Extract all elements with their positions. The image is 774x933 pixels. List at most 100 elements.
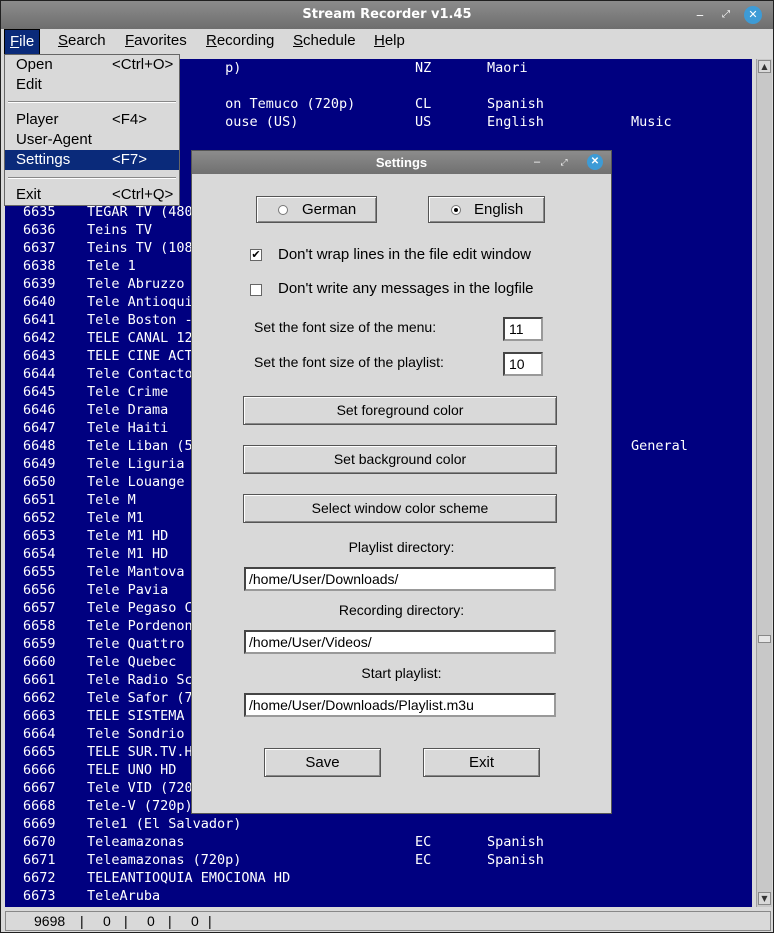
- file-menu-edit[interactable]: Edit: [5, 75, 179, 95]
- list-cell-name: Tele Liguria: [87, 456, 185, 472]
- list-cell-name: Tele 1: [87, 258, 136, 274]
- list-cell-name: Tele Louange: [87, 474, 185, 490]
- list-cell-num: 6644: [23, 366, 56, 382]
- list-cell-name: Tele M1 HD: [87, 546, 169, 562]
- select-color-scheme-button[interactable]: Select window color scheme: [243, 494, 557, 523]
- status-count: 9698: [34, 913, 66, 929]
- list-row[interactable]: 6671 Teleamazonas (720p) EC Spanish: [5, 851, 752, 869]
- list-row[interactable]: 6669 Tele1 (El Salvador): [5, 815, 752, 833]
- window-title: Stream Recorder v1.45: [302, 7, 472, 22]
- list-cell-name: Tele Liban (5: [87, 438, 193, 454]
- list-cell-num: 6646: [23, 402, 56, 418]
- close-icon[interactable]: ✕: [744, 6, 762, 24]
- list-cell-num: 6668: [23, 798, 56, 814]
- list-cell-cc: EC: [415, 852, 432, 868]
- list-cell-num: 6641: [23, 312, 56, 328]
- start-playlist-input[interactable]: /home/User/Downloads/Playlist.m3u: [244, 693, 556, 717]
- list-cell-name: Tele Contacto: [87, 366, 193, 382]
- list-cell-num: 6673: [23, 888, 56, 904]
- list-row[interactable]: 6670 Teleamazonas EC Spanish: [5, 833, 752, 851]
- list-cell-name: Tele Safor (7: [87, 690, 193, 706]
- list-cell-num: 6662: [23, 690, 56, 706]
- list-cell-genre: Music: [631, 114, 672, 130]
- menu-font-size-input[interactable]: 11: [503, 317, 543, 341]
- wrap-lines-checkbox[interactable]: ✔: [250, 249, 262, 261]
- file-menu-open[interactable]: Open <Ctrl+O>: [5, 55, 179, 75]
- list-row[interactable]: 6673 TeleAruba: [5, 887, 752, 905]
- scrollbar-thumb[interactable]: [758, 635, 771, 643]
- file-menu-exit[interactable]: Exit <Ctrl+Q>: [5, 185, 179, 205]
- playlist-directory-label: Playlist directory:: [348, 539, 455, 555]
- list-cell-name: Tele Pegaso C: [87, 600, 193, 616]
- list-cell-name: Teins TV: [87, 222, 153, 238]
- list-cell-num: 6647: [23, 420, 56, 436]
- list-cell-name: Tele Haiti: [87, 420, 169, 436]
- list-cell-name: Tele Antioqui: [87, 294, 193, 310]
- exit-button[interactable]: Exit: [423, 748, 540, 777]
- playlist-font-size-label: Set the font size of the playlist:: [254, 354, 444, 370]
- set-foreground-color-button[interactable]: Set foreground color: [243, 396, 557, 425]
- menu-help[interactable]: Help: [369, 29, 410, 55]
- list-cell-name: Tele Crime: [87, 384, 169, 400]
- minimize-icon[interactable]: ‒: [529, 154, 545, 170]
- radio-selected-icon: [451, 204, 461, 215]
- list-row[interactable]: 6672 TELEANTIOQUIA EMOCIONA HD: [5, 869, 752, 887]
- list-cell-lang: Spanish: [487, 852, 544, 868]
- language-german-radio[interactable]: German: [256, 196, 377, 223]
- file-menu-dropdown: Open <Ctrl+O> Edit Player <F4> User-Agen…: [4, 54, 180, 206]
- list-cell-num: 6636: [23, 222, 56, 238]
- file-menu-user-agent[interactable]: User-Agent: [5, 130, 179, 150]
- title-bar[interactable]: Stream Recorder v1.45 ‒ ⤢ ✕: [1, 1, 773, 29]
- list-cell-num: 6653: [23, 528, 56, 544]
- menu-recording[interactable]: Recording: [201, 29, 279, 55]
- list-cell-num: 6655: [23, 564, 56, 580]
- list-cell-name: Tele M: [87, 492, 136, 508]
- vertical-scrollbar[interactable]: ▲ ▼: [756, 59, 772, 907]
- status-separator: |: [124, 913, 128, 929]
- list-cell-name: Tele Quattro: [87, 636, 185, 652]
- list-cell-num: 6642: [23, 330, 56, 346]
- list-cell-genre: General: [631, 438, 688, 454]
- playlist-directory-input[interactable]: /home/User/Downloads/: [244, 567, 556, 591]
- list-cell-num: 6650: [23, 474, 56, 490]
- no-log-checkbox[interactable]: [250, 284, 262, 296]
- status-value-3: 0: [191, 913, 199, 929]
- list-cell-name: Tele Mantova: [87, 564, 185, 580]
- file-menu-settings[interactable]: Settings <F7>: [5, 150, 179, 170]
- scroll-down-icon[interactable]: ▼: [758, 892, 771, 905]
- maximize-icon[interactable]: ⤢: [556, 154, 572, 170]
- playlist-font-size-input[interactable]: 10: [503, 352, 543, 376]
- list-cell-num: 6648: [23, 438, 56, 454]
- save-button[interactable]: Save: [264, 748, 381, 777]
- list-cell-num: 6664: [23, 726, 56, 742]
- menu-file[interactable]: File: [4, 29, 41, 55]
- file-menu-player[interactable]: Player <F4>: [5, 110, 179, 130]
- radio-icon: [278, 204, 288, 215]
- menu-search[interactable]: Search: [53, 29, 111, 55]
- list-cell-num: 6665: [23, 744, 56, 760]
- list-cell-cc: US: [415, 114, 432, 130]
- menu-favorites[interactable]: Favorites: [120, 29, 192, 55]
- list-cell-num: 6649: [23, 456, 56, 472]
- list-cell-name: Tele Radio Sc: [87, 672, 193, 688]
- list-cell-lang: Spanish: [487, 834, 544, 850]
- list-cell-num: 6640: [23, 294, 56, 310]
- list-cell-num: 6672: [23, 870, 56, 886]
- list-cell-name: Teleamazonas: [87, 834, 185, 850]
- set-background-color-button[interactable]: Set background color: [243, 445, 557, 474]
- language-english-radio[interactable]: English: [428, 196, 545, 223]
- list-cell-name: Tele M1: [87, 510, 144, 526]
- list-cell-name: Tele M1 HD: [87, 528, 169, 544]
- settings-title: Settings: [375, 155, 428, 170]
- minimize-icon[interactable]: ‒: [691, 6, 709, 24]
- list-cell-num: 6666: [23, 762, 56, 778]
- menu-schedule[interactable]: Schedule: [288, 29, 361, 55]
- settings-title-bar[interactable]: Settings ‒ ⤢ ✕: [192, 151, 611, 174]
- list-cell-num: 6659: [23, 636, 56, 652]
- list-cell-name: Tele Pavia: [87, 582, 169, 598]
- maximize-icon[interactable]: ⤢: [717, 6, 735, 24]
- list-cell-name: TELE SISTEMA: [87, 708, 185, 724]
- recording-directory-input[interactable]: /home/User/Videos/: [244, 630, 556, 654]
- scroll-up-icon[interactable]: ▲: [758, 60, 771, 73]
- close-icon[interactable]: ✕: [587, 154, 603, 170]
